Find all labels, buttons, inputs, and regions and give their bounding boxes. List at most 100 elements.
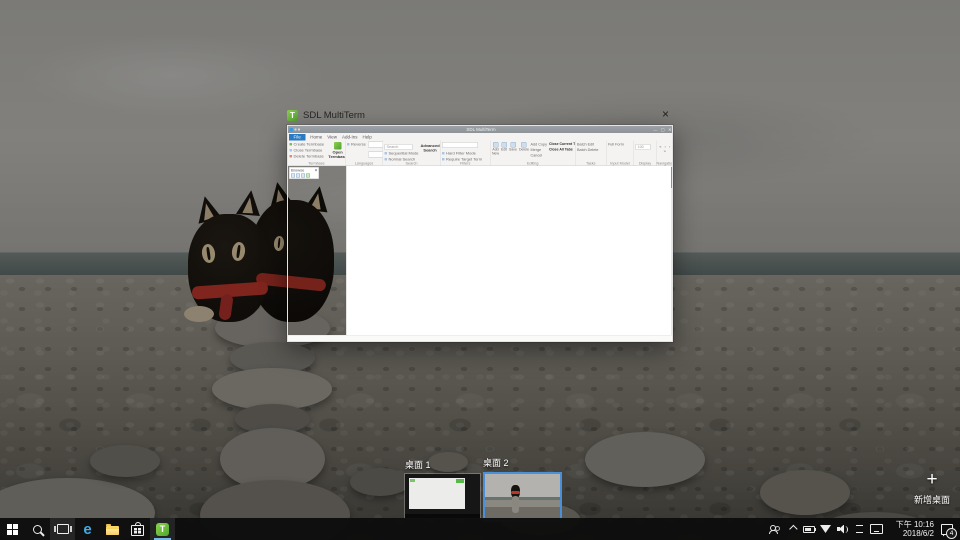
task-view-icon bbox=[57, 524, 69, 534]
group-label: Tasks bbox=[576, 161, 607, 166]
advanced-search-button: Advanced Search bbox=[421, 144, 440, 161]
search-input: Search bbox=[385, 144, 413, 150]
open-termbase-icon bbox=[334, 142, 342, 150]
multiterm-icon: T bbox=[156, 523, 169, 536]
desktop-2-label: 桌面 2 bbox=[483, 456, 562, 469]
people-icon-part bbox=[769, 530, 778, 534]
ribbon-tabs: File Home View Add-Ins Help bbox=[288, 133, 673, 141]
save-icon bbox=[510, 142, 516, 148]
group-display: 100 Display bbox=[634, 141, 657, 166]
volume-button[interactable] bbox=[834, 518, 851, 540]
window-preview[interactable]: T SDL MultiTerm × SDL MultiTerm — ▢ ✕ bbox=[287, 108, 673, 342]
group-label: Termbase bbox=[288, 161, 345, 166]
navigation-arrows-icon: « ‹ › » bbox=[658, 145, 673, 154]
group-label: Search bbox=[383, 161, 440, 166]
multiterm-taskbar-button[interactable]: T bbox=[150, 518, 175, 540]
touch-keyboard-icon bbox=[870, 524, 883, 534]
taskbar: e T 下午 10:16 201 bbox=[0, 518, 960, 540]
group-navigation: « ‹ › » Navigation bbox=[657, 141, 674, 166]
ime-indicator-button[interactable] bbox=[851, 518, 868, 540]
browse-panel: Browse ▾ bbox=[289, 167, 319, 179]
window-preview-title: SDL MultiTerm bbox=[303, 110, 365, 121]
new-desktop-button[interactable]: + 新增桌面 bbox=[903, 470, 960, 506]
search-button[interactable] bbox=[25, 518, 50, 540]
group-label: Navigation bbox=[657, 161, 674, 166]
edit-button: Edit bbox=[501, 148, 507, 152]
app-window-controls: — ▢ ✕ bbox=[653, 127, 673, 132]
browse-toolbar-icon bbox=[306, 174, 310, 178]
store-button[interactable] bbox=[125, 518, 150, 540]
file-explorer-button[interactable] bbox=[100, 518, 125, 540]
group-tasks: Batch Edit Batch Delete Tasks bbox=[576, 141, 607, 166]
group-filters: Hard Filter Mode Require Target Term Fil… bbox=[441, 141, 491, 166]
clock-time: 下午 10:16 bbox=[888, 520, 934, 530]
target-language-dropdown bbox=[368, 152, 383, 158]
task-view-screen: T SDL MultiTerm × SDL MultiTerm — ▢ ✕ bbox=[0, 0, 960, 540]
close-icon: ✕ bbox=[668, 127, 671, 132]
delete-icon bbox=[521, 142, 527, 148]
close-window-button[interactable]: × bbox=[662, 108, 669, 120]
delete-button: Delete bbox=[519, 148, 529, 152]
desktop-1-green-decor bbox=[410, 479, 415, 482]
edit-icon bbox=[501, 142, 507, 148]
clock[interactable]: 下午 10:16 2018/6/2 bbox=[885, 520, 937, 539]
app-content-area bbox=[346, 166, 673, 335]
edge-button[interactable]: e bbox=[75, 518, 100, 540]
browse-label: Browse bbox=[291, 168, 304, 173]
store-icon bbox=[131, 525, 144, 536]
desktop-1[interactable]: 桌面 1 bbox=[405, 458, 480, 518]
desktop-1-thumbnail[interactable] bbox=[405, 474, 480, 518]
browse-toolbar-icons bbox=[290, 173, 319, 179]
group-label: Filters bbox=[441, 161, 491, 166]
ribbon: File Home View Add-Ins Help Create Termb… bbox=[288, 133, 673, 166]
file-explorer-icon bbox=[106, 526, 119, 535]
group-label: Editing bbox=[491, 161, 576, 166]
show-hidden-icons-button[interactable] bbox=[783, 518, 800, 540]
desktop-2-thumbnail[interactable] bbox=[483, 472, 562, 522]
chevron-down-icon: ▾ bbox=[315, 168, 317, 173]
desktop-1-green-decor bbox=[456, 479, 464, 483]
volume-icon-part bbox=[842, 526, 848, 533]
group-termbase: Create Termbase Close Termbase Delete Te… bbox=[288, 141, 346, 166]
desktop-2[interactable]: 桌面 2 bbox=[483, 456, 562, 522]
browse-toolbar-icon bbox=[301, 174, 305, 178]
ribbon-groups: Create Termbase Close Termbase Delete Te… bbox=[288, 141, 673, 166]
window-preview-header[interactable]: T SDL MultiTerm × bbox=[287, 108, 673, 122]
start-button[interactable] bbox=[0, 518, 25, 540]
scrollbar-thumb bbox=[671, 167, 673, 188]
group-label: Languages bbox=[346, 161, 383, 166]
system-tray: 下午 10:16 2018/6/2 4 bbox=[766, 518, 960, 540]
task-view-button[interactable] bbox=[50, 518, 75, 540]
desktop-1-label: 桌面 1 bbox=[405, 458, 480, 471]
app-statusbar bbox=[288, 335, 673, 342]
group-label: Display bbox=[634, 161, 656, 166]
save-button: Save bbox=[509, 148, 517, 152]
desktop-2-stones-decor bbox=[512, 496, 519, 513]
multiterm-window-thumbnail[interactable]: SDL MultiTerm — ▢ ✕ File Home View Add-I… bbox=[287, 125, 673, 342]
group-editing: Add New Edit Save Delete Add Copy Merge … bbox=[491, 141, 576, 166]
batch-delete-button: Batch Delete bbox=[577, 147, 605, 153]
group-input-model: Full Form Input Model bbox=[607, 141, 635, 166]
new-desktop-plus-icon: + bbox=[903, 470, 960, 489]
source-language-dropdown bbox=[368, 142, 383, 148]
desktop-2-scarf-decor bbox=[511, 491, 520, 494]
network-button[interactable] bbox=[817, 518, 834, 540]
people-button[interactable] bbox=[766, 518, 783, 540]
volume-icon bbox=[837, 525, 848, 534]
full-form-button: Full Form bbox=[608, 142, 632, 148]
minimize-icon: — bbox=[653, 127, 657, 132]
ime-indicator-icon bbox=[856, 525, 863, 533]
touch-keyboard-button[interactable] bbox=[868, 518, 885, 540]
action-center-button[interactable]: 4 bbox=[937, 518, 957, 540]
delete-termbase-button: Delete Termbase bbox=[290, 154, 325, 160]
open-termbase-button: Open Termbase bbox=[326, 150, 345, 159]
browse-toolbar-icon bbox=[291, 174, 295, 178]
app-titlebar-title: SDL MultiTerm bbox=[288, 127, 673, 132]
app-left-panel-transparent: Browse ▾ bbox=[288, 166, 346, 335]
battery-button[interactable] bbox=[800, 518, 817, 540]
reverse-languages-button: Reverse bbox=[347, 142, 366, 161]
clock-date: 2018/6/2 bbox=[888, 529, 934, 539]
search-icon bbox=[33, 525, 42, 534]
notification-badge: 4 bbox=[946, 528, 957, 539]
close-all-tabs-button: Close All Tabs bbox=[549, 147, 576, 153]
